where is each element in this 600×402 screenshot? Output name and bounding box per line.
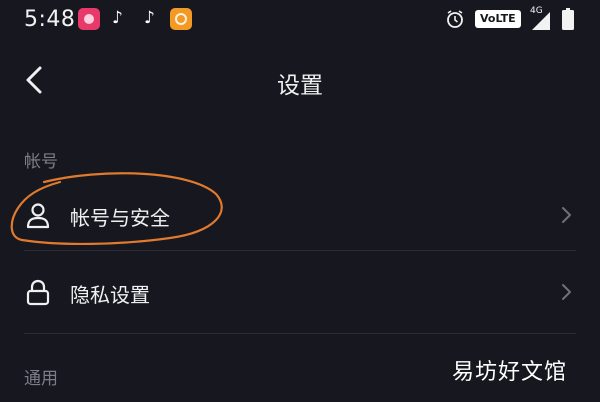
divider [24, 250, 576, 251]
status-bar: 5:48 ♪ ♪ VoLTE 4G [0, 0, 600, 40]
lock-icon [26, 279, 50, 306]
network-type-label: 4G [530, 6, 543, 16]
volte-badge: VoLTE [475, 10, 521, 28]
divider [24, 333, 576, 334]
settings-screen: 5:48 ♪ ♪ VoLTE 4G 设置 帐号 帐号与安全 隐私设置 通用 易坊… [0, 0, 600, 402]
account-security-label: 帐号与安全 [70, 206, 170, 230]
tiktok-icon: ♪ [112, 8, 123, 28]
account-security-row[interactable]: 帐号与安全 [0, 183, 600, 247]
alarm-icon [447, 10, 463, 28]
tiktok-icon: ♪ [144, 8, 155, 28]
page-title: 设置 [277, 73, 323, 99]
status-time: 5:48 [24, 7, 76, 32]
chevron-right-icon [562, 284, 571, 300]
section-header-general: 通用 [24, 369, 58, 389]
privacy-settings-label: 隐私设置 [70, 283, 150, 307]
section-header-account: 帐号 [24, 152, 58, 172]
privacy-settings-row[interactable]: 隐私设置 [0, 260, 600, 324]
chevron-right-icon [562, 207, 571, 223]
battery-icon [562, 8, 574, 30]
uc-browser-icon [170, 8, 192, 30]
user-icon [26, 203, 50, 229]
watermark-text: 易坊好文馆 [452, 360, 568, 385]
app-icon [78, 8, 100, 30]
